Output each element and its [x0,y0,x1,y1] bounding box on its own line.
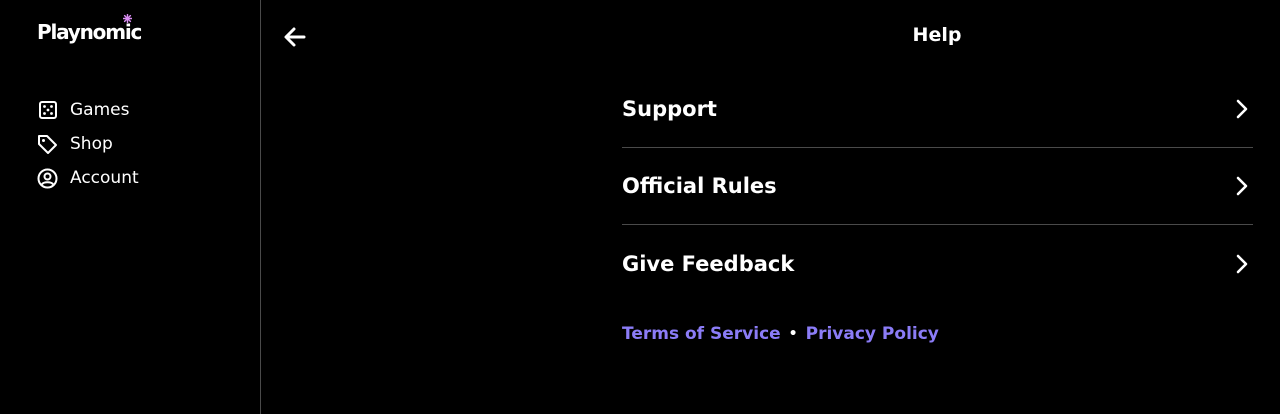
brand-logo-text: Playnomic [37,20,142,44]
sidebar: Playnomic Games Shop Account [0,0,261,414]
footer-separator: • [788,326,798,342]
sidebar-item-shop[interactable]: Shop [37,132,139,156]
sidebar-item-label: Account [70,168,139,188]
page-title: Help [912,24,962,46]
help-item-support[interactable]: Support [622,71,1253,148]
help-item-label: Support [622,97,717,121]
help-item-official-rules[interactable]: Official Rules [622,148,1253,225]
arrow-left-icon [284,27,306,47]
sidebar-item-account[interactable]: Account [37,166,139,190]
help-item-give-feedback[interactable]: Give Feedback [622,225,1253,302]
tag-icon [37,134,58,155]
terms-of-service-link[interactable]: Terms of Service [622,324,781,344]
help-list: Support Official Rules Give Feedback [622,71,1253,302]
footer-links: Terms of Service • Privacy Policy [622,324,939,344]
app-root: Playnomic Games Shop Account Help Suppor… [0,0,1280,414]
brand-logo[interactable]: Playnomic [37,14,142,44]
chevron-right-icon [1231,98,1253,120]
help-item-label: Official Rules [622,174,777,198]
user-circle-icon [37,168,58,189]
privacy-policy-link[interactable]: Privacy Policy [806,324,939,344]
sidebar-item-games[interactable]: Games [37,98,139,122]
sidebar-nav: Games Shop Account [37,98,139,200]
sidebar-item-label: Shop [70,134,113,154]
back-button[interactable] [282,24,308,50]
sidebar-item-label: Games [70,100,130,120]
spark-icon [123,14,132,23]
dice-icon [37,100,58,121]
chevron-right-icon [1231,253,1253,275]
chevron-right-icon [1231,175,1253,197]
help-item-label: Give Feedback [622,251,795,276]
